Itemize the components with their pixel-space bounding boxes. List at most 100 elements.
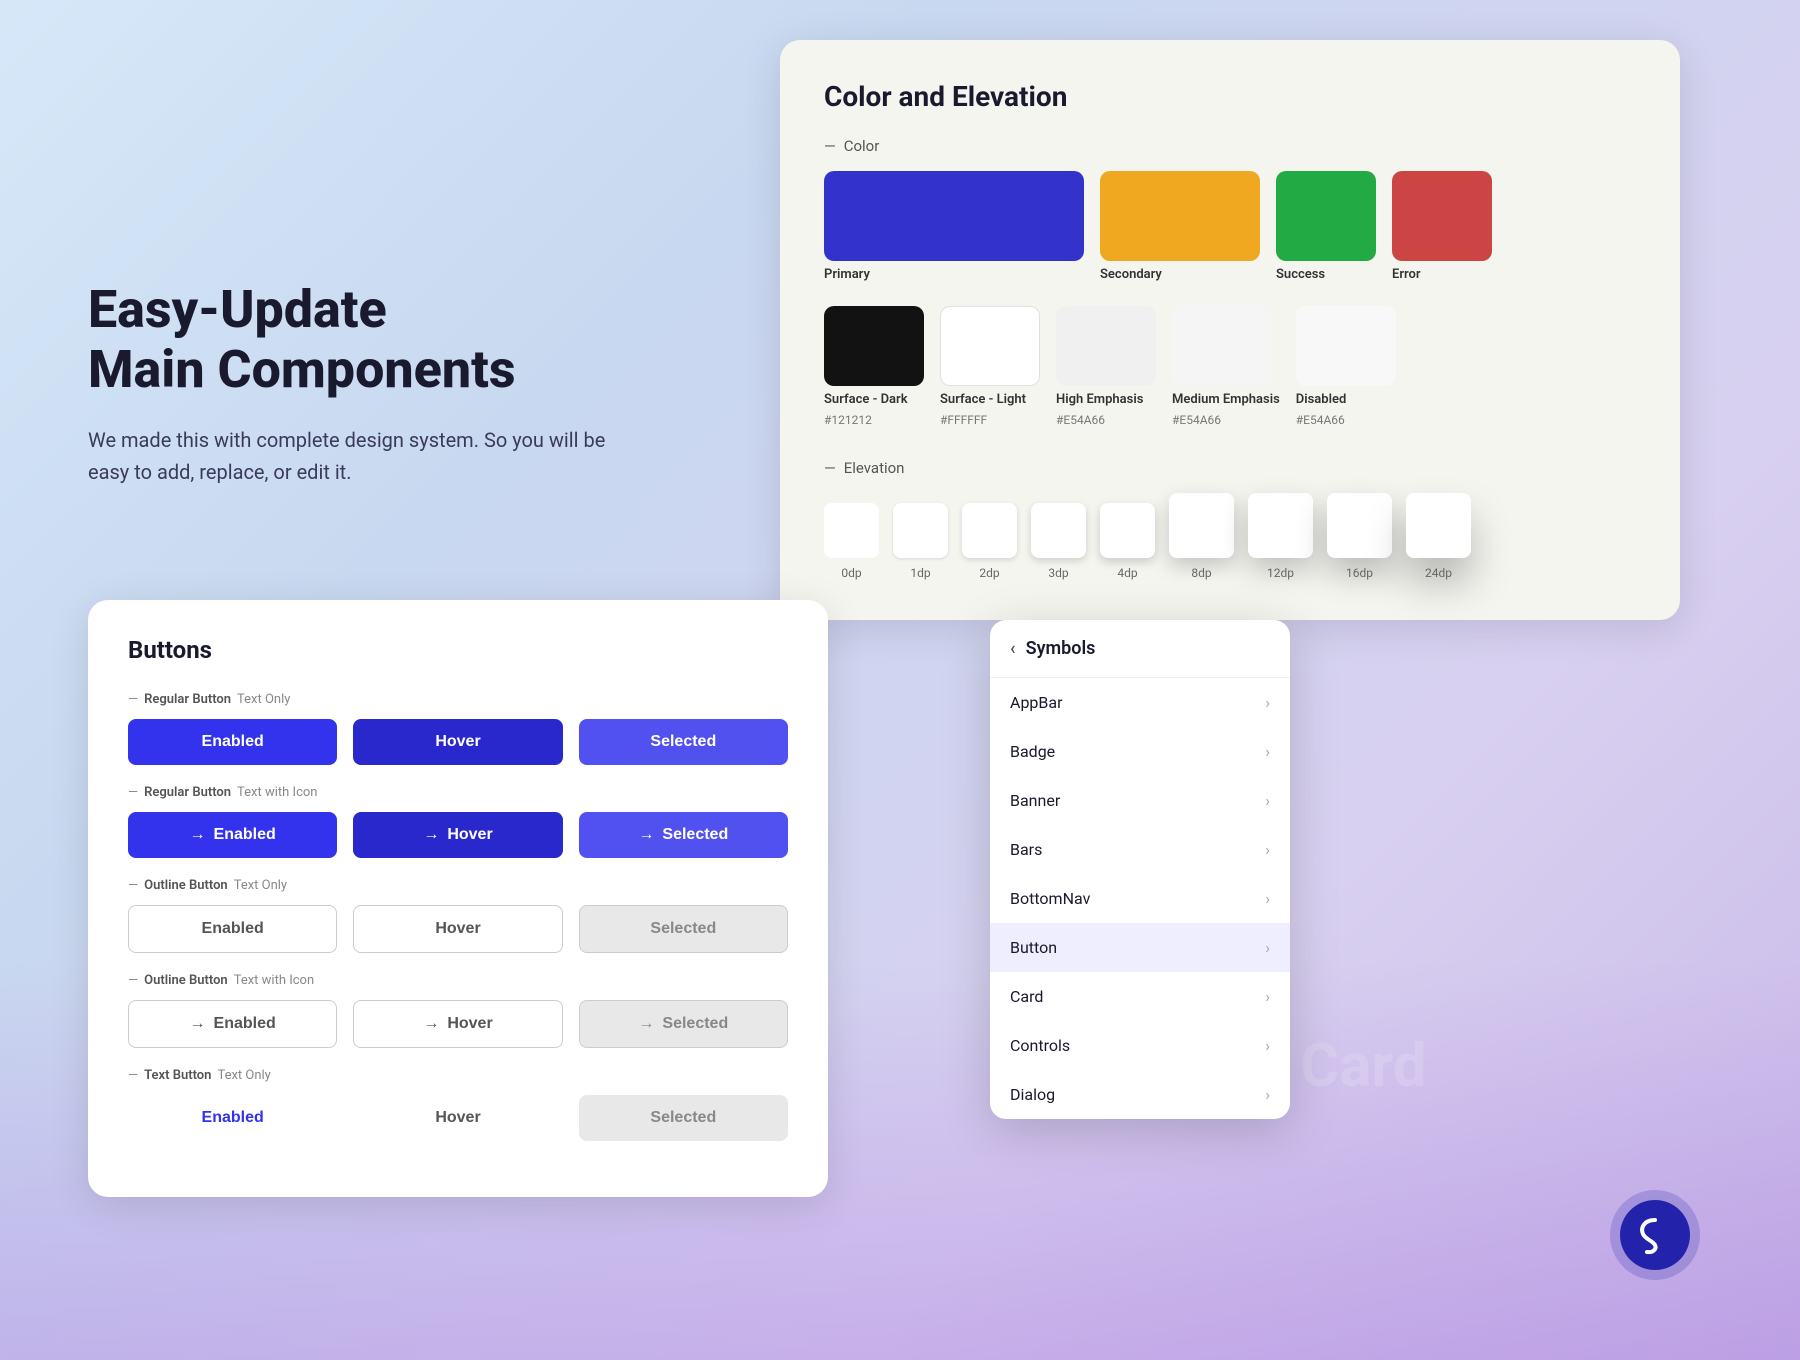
arrow-icon: → [423,826,439,844]
elevation-box-3dp [1031,503,1086,558]
color-elevation-card: Color and Elevation Color Primary Second… [780,40,1680,620]
hero-subtitle: We made this with complete design system… [88,424,608,488]
elevation-box-16dp [1327,493,1392,558]
regular-icon-enabled-button[interactable]: → Enabled [128,812,337,858]
primary-swatch-box [824,171,1084,261]
outline-text-hover-button[interactable]: Hover [353,905,562,953]
elevation-label-1dp: 1dp [910,566,930,580]
regular-text-selected-button[interactable]: Selected [579,719,788,765]
arrow-icon: → [190,826,206,844]
elevation-box-2dp [962,503,1017,558]
chevron-right-icon-bottomnav: › [1265,889,1270,908]
arrow-icon: → [423,1015,439,1033]
regular-icon-row: → Enabled → Hover → Selected [128,812,788,858]
symbols-header: ‹ Symbols [990,620,1290,678]
logo-svg [1635,1215,1675,1255]
surface-light-box [940,306,1040,386]
medium-emphasis-box [1172,306,1272,386]
surface-dark-name: Surface - Dark [824,392,924,407]
regular-icon-selected-button[interactable]: → Selected [579,812,788,858]
symbols-item-banner[interactable]: Banner › [990,776,1290,825]
elevation-8dp: 8dp [1169,493,1234,580]
high-emphasis-name: High Emphasis [1056,392,1156,407]
symbols-item-label-card: Card [1010,987,1043,1006]
chevron-right-icon-controls: › [1265,1036,1270,1055]
symbols-item-label-controls: Controls [1010,1036,1070,1055]
symbols-item-label-banner: Banner [1010,791,1060,810]
surface-dark-swatch: Surface - Dark #121212 [824,306,924,427]
disabled-name: Disabled [1296,392,1396,407]
elevation-box-4dp [1100,503,1155,558]
symbols-item-dialog[interactable]: Dialog › [990,1070,1290,1119]
text-selected-button[interactable]: Selected [579,1095,788,1141]
symbols-item-button[interactable]: Button › [990,923,1290,972]
elevation-label-3dp: 3dp [1048,566,1068,580]
symbols-item-badge[interactable]: Badge › [990,727,1290,776]
elevation-box-0dp [824,503,879,558]
section-label-bold-3: Outline Button [144,878,228,893]
elevation-box-1dp [893,503,948,558]
symbols-item-bottomnav[interactable]: BottomNav › [990,874,1290,923]
logo-badge [1610,1190,1700,1280]
regular-text-hover-button[interactable]: Hover [353,719,562,765]
symbols-item-appbar[interactable]: AppBar › [990,678,1290,727]
text-hover-button[interactable]: Hover [353,1095,562,1141]
chevron-right-icon-bars: › [1265,840,1270,859]
primary-swatch-label: Primary [824,267,1084,282]
symbols-item-label-badge: Badge [1010,742,1055,761]
symbols-item-card[interactable]: Card › [990,972,1290,1021]
text-enabled-button[interactable]: Enabled [128,1095,337,1141]
regular-text-enabled-button[interactable]: Enabled [128,719,337,765]
text-button-label: Text Button Text Only [128,1068,788,1083]
chevron-right-icon-card: › [1265,987,1270,1006]
outline-button-icon-label: Outline Button Text with Icon [128,973,788,988]
symbols-item-label-button: Button [1010,938,1057,957]
surface-light-name: Surface - Light [940,392,1040,407]
chevron-right-icon-banner: › [1265,791,1270,810]
disabled-hex: #E54A66 [1296,413,1396,427]
outline-text-selected-button[interactable]: Selected [579,905,788,953]
chevron-right-icon-button: › [1265,938,1270,957]
elevation-label-12dp: 12dp [1267,566,1294,580]
outline-icon-selected-button[interactable]: → Selected [579,1000,788,1048]
section-label-regular-1: Text Only [237,692,290,707]
outline-icon-enabled-button[interactable]: → Enabled [128,1000,337,1048]
outline-text-enabled-button[interactable]: Enabled [128,905,337,953]
card-label-overlay: Card [1300,1030,1427,1101]
outline-icon-hover-button[interactable]: → Hover [353,1000,562,1048]
regular-icon-hover-button[interactable]: → Hover [353,812,562,858]
hero-title: Easy-Update Main Components [88,280,608,400]
elevation-2dp: 2dp [962,503,1017,580]
regular-button-text-only-section: Regular Button Text Only Enabled Hover S… [128,692,788,765]
section-label-bold-1: Regular Button [144,692,231,707]
arrow-icon: → [638,826,654,844]
surface-dark-box [824,306,924,386]
section-label-regular-2: Text with Icon [237,785,317,800]
elevation-0dp: 0dp [824,503,879,580]
elevation-label-16dp: 16dp [1346,566,1373,580]
secondary-swatch-label: Secondary [1100,267,1260,282]
symbols-item-bars[interactable]: Bars › [990,825,1290,874]
symbols-item-controls[interactable]: Controls › [990,1021,1290,1070]
success-swatch-box [1276,171,1376,261]
elevation-box-8dp [1169,493,1234,558]
symbols-item-label-appbar: AppBar [1010,693,1063,712]
symbols-item-label-bottomnav: BottomNav [1010,889,1090,908]
success-color-swatch: Success [1276,171,1376,282]
symbols-item-label-bars: Bars [1010,840,1042,859]
elevation-box-24dp [1406,493,1471,558]
section-label-bold-4: Outline Button [144,973,228,988]
high-emphasis-swatch: High Emphasis #E54A66 [1056,306,1156,427]
chevron-right-icon-dialog: › [1265,1085,1270,1104]
symbols-back-button[interactable]: ‹ [1010,638,1016,659]
text-button-section: Text Button Text Only Enabled Hover Sele… [128,1068,788,1141]
surface-dark-hex: #121212 [824,413,924,427]
elevation-16dp: 16dp [1327,493,1392,580]
primary-colors-row: Primary Secondary Success Error [824,171,1636,282]
buttons-card-title: Buttons [128,636,788,664]
elevation-label-24dp: 24dp [1425,566,1452,580]
error-color-swatch: Error [1392,171,1492,282]
symbols-item-label-dialog: Dialog [1010,1085,1055,1104]
elevation-box-12dp [1248,493,1313,558]
disabled-swatch: Disabled #E54A66 [1296,306,1396,427]
